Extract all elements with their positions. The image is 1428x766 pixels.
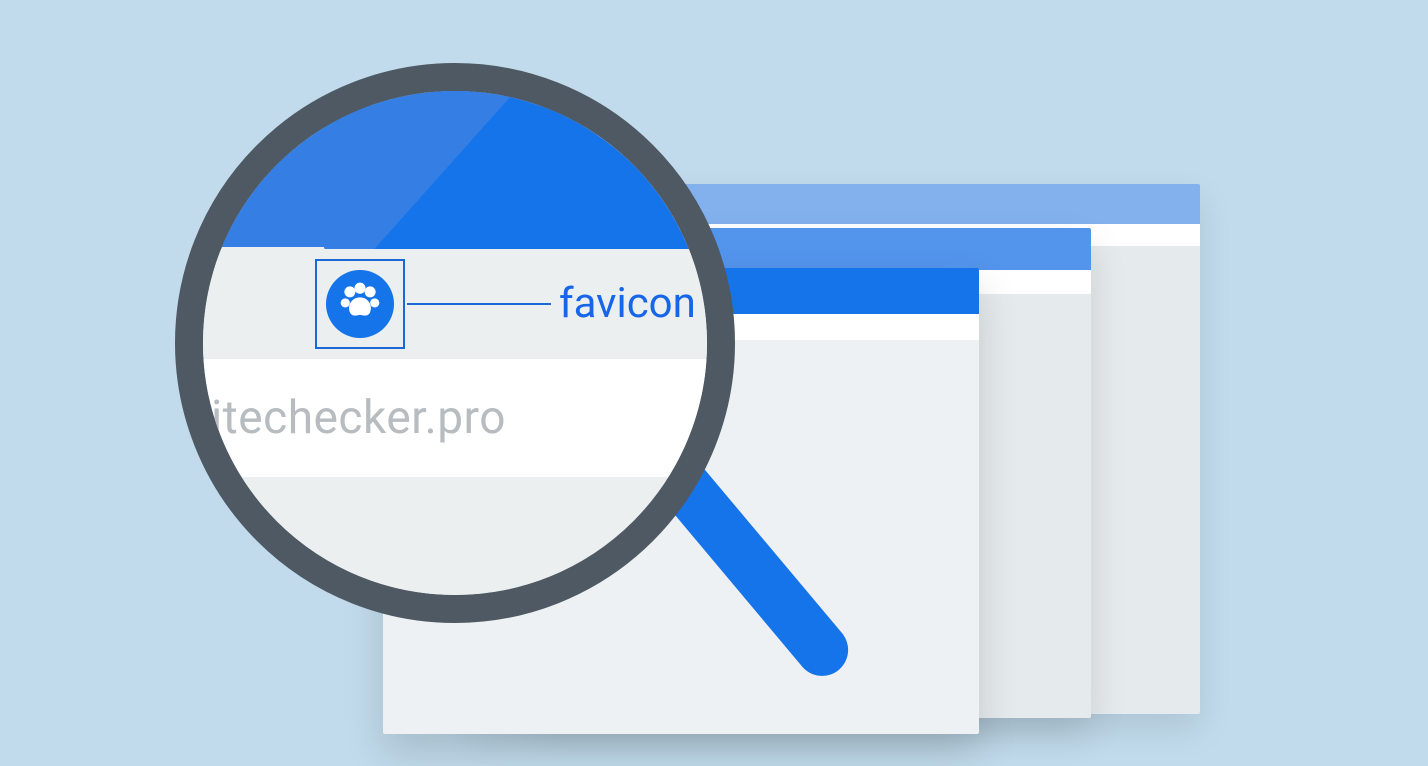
favicon-highlight-box xyxy=(315,259,405,349)
annotation-label: favicon xyxy=(559,279,696,328)
magnifier-lens: itechecker.pro fav xyxy=(175,63,735,623)
diagram-stage: itechecker.pro fav xyxy=(0,0,1428,766)
paw-icon xyxy=(337,279,383,329)
annotation-leader-line xyxy=(407,303,551,305)
favicon-circle xyxy=(326,270,394,338)
zoom-address-bar: itechecker.pro xyxy=(203,359,707,477)
address-bar-text: itechecker.pro xyxy=(203,391,506,445)
